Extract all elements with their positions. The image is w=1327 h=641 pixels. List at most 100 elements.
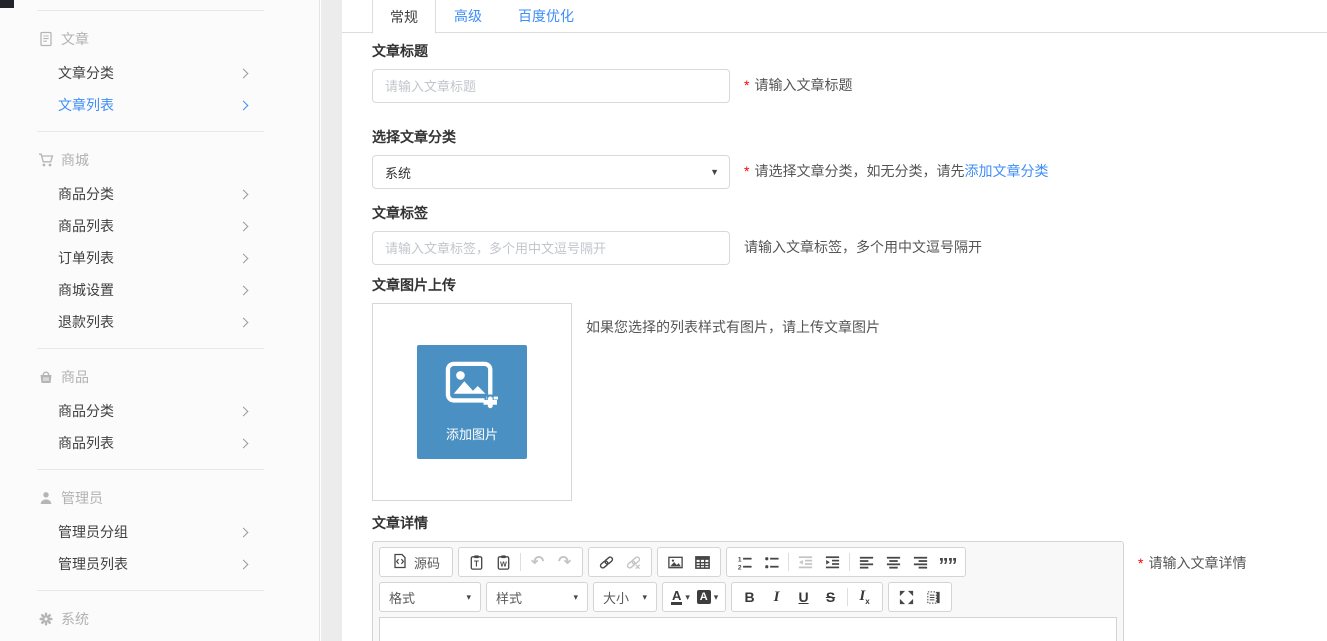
tab-general[interactable]: 常规: [372, 0, 436, 34]
chevron-right-icon: [239, 189, 249, 199]
sidebar-item-mall-settings[interactable]: 商城设置: [0, 274, 319, 306]
basket-icon: [37, 369, 54, 386]
align-center-icon[interactable]: [880, 550, 907, 574]
background-color-icon[interactable]: A▾: [694, 585, 721, 609]
undo-icon[interactable]: ↶: [524, 550, 551, 574]
source-icon: [392, 553, 408, 572]
sidebar-item-basic-info[interactable]: 基本信息: [0, 637, 319, 641]
maximize-icon[interactable]: [893, 585, 920, 609]
svg-text:T: T: [474, 559, 479, 568]
sidebar-item-product-category[interactable]: 商品分类: [0, 178, 319, 210]
tab-advanced[interactable]: 高级: [436, 0, 500, 33]
image-label: 文章图片上传: [372, 275, 572, 295]
sidebar-item-label: 商品分类: [58, 184, 114, 204]
sidebar-divider: [37, 590, 264, 591]
sidebar-section-admin: 管理员: [0, 480, 319, 516]
add-image-label: 添加图片: [446, 424, 498, 443]
sidebar-item-refund-list[interactable]: 退款列表: [0, 306, 319, 338]
sidebar-item-label: 文章列表: [58, 95, 114, 115]
editor-content-area[interactable]: [379, 617, 1117, 641]
main-panel: 常规 高级 百度优化 文章标题 * 请输入文章标题 选择文章分类: [342, 0, 1327, 641]
format-dropdown[interactable]: 格式 ▾: [379, 582, 481, 612]
sidebar-item-article-list[interactable]: 文章列表: [0, 89, 319, 121]
title-label: 文章标题: [372, 41, 730, 61]
numbered-list-icon[interactable]: 12: [731, 550, 758, 574]
sidebar-item-goods-list[interactable]: 商品列表: [0, 427, 319, 459]
sidebar-section-label: 系统: [61, 609, 89, 629]
sidebar-item-label: 商品分类: [58, 401, 114, 421]
add-image-button[interactable]: 添加图片: [417, 345, 527, 459]
tags-input[interactable]: [372, 231, 730, 265]
required-asterisk: *: [744, 163, 749, 179]
sidebar-item-admin-list[interactable]: 管理员列表: [0, 548, 319, 580]
sidebar-item-order-list[interactable]: 订单列表: [0, 242, 319, 274]
title-hint: * 请输入文章标题: [744, 75, 852, 95]
blockquote-icon[interactable]: ””: [934, 550, 961, 574]
editor-toolbar-row-2: 格式 ▾ 样式 ▾ 大小 ▾: [379, 582, 1117, 612]
bold-icon[interactable]: B: [736, 585, 763, 609]
chevron-right-icon: [239, 100, 249, 110]
bulleted-list-icon[interactable]: [758, 550, 785, 574]
sidebar-divider: [37, 131, 264, 132]
underline-icon[interactable]: U: [790, 585, 817, 609]
tab-bar: 常规 高级 百度优化: [342, 0, 1327, 33]
sidebar-item-label: 文章分类: [58, 63, 114, 83]
tags-hint: 请输入文章标签，多个用中文逗号隔开: [744, 237, 982, 257]
source-label: 源码: [414, 553, 440, 572]
insert-image-icon[interactable]: [662, 550, 689, 574]
styles-dropdown[interactable]: 样式 ▾: [486, 582, 588, 612]
category-selected-value: 系统: [385, 163, 411, 182]
sidebar-divider: [37, 10, 264, 11]
title-input[interactable]: [372, 69, 730, 103]
svg-text:2: 2: [738, 564, 742, 570]
cart-icon: [37, 152, 54, 169]
paste-word-icon[interactable]: W: [490, 550, 517, 574]
caret-down-icon: ▾: [642, 592, 647, 603]
window-corner-fragment: [0, 0, 14, 8]
paste-text-icon[interactable]: T: [463, 550, 490, 574]
align-right-icon[interactable]: [907, 550, 934, 574]
sidebar-item-goods-category[interactable]: 商品分类: [0, 395, 319, 427]
indent-icon[interactable]: [819, 550, 846, 574]
category-select[interactable]: 系统 ▼: [372, 155, 730, 189]
sidebar-section-article: 文章: [0, 21, 319, 57]
sidebar-item-article-category[interactable]: 文章分类: [0, 57, 319, 89]
source-button[interactable]: 源码: [384, 550, 448, 574]
redo-icon[interactable]: ↷: [551, 550, 578, 574]
add-category-link[interactable]: 添加文章分类: [964, 161, 1048, 181]
sidebar: 文章 文章分类 文章列表 商城 商品分类 商品列表 订单列表 商城设置 退: [0, 0, 320, 641]
styles-dropdown-label: 样式: [496, 588, 522, 607]
gear-icon: [37, 611, 54, 628]
category-label: 选择文章分类: [372, 127, 730, 147]
chevron-right-icon: [239, 527, 249, 537]
chevron-right-icon: [239, 253, 249, 263]
layout-gutter: [321, 0, 342, 641]
sidebar-section-system: 系统: [0, 601, 319, 637]
outdent-icon[interactable]: [792, 550, 819, 574]
sidebar-item-label: 退款列表: [58, 312, 114, 332]
insert-table-icon[interactable]: [689, 550, 716, 574]
size-dropdown[interactable]: 大小 ▾: [593, 582, 657, 612]
strikethrough-icon[interactable]: S: [817, 585, 844, 609]
italic-icon[interactable]: I: [763, 585, 790, 609]
svg-text:1: 1: [738, 556, 742, 563]
text-color-icon[interactable]: A▾: [667, 585, 694, 609]
image-hint: 如果您选择的列表样式有图片，请上传文章图片: [586, 275, 880, 337]
link-icon[interactable]: [593, 550, 620, 574]
chevron-right-icon: [239, 317, 249, 327]
tags-label: 文章标签: [372, 203, 730, 223]
sidebar-item-admin-groups[interactable]: 管理员分组: [0, 516, 319, 548]
show-blocks-icon[interactable]: [920, 585, 947, 609]
sidebar-item-label: 商城设置: [58, 280, 114, 300]
sidebar-item-product-list[interactable]: 商品列表: [0, 210, 319, 242]
sidebar-section-label: 商品: [61, 367, 89, 387]
align-left-icon[interactable]: [853, 550, 880, 574]
chevron-right-icon: [239, 221, 249, 231]
hint-text: 请选择文章分类，如无分类，请先: [754, 161, 964, 181]
unlink-icon[interactable]: [620, 550, 647, 574]
chevron-right-icon: [239, 559, 249, 569]
tab-baidu-seo[interactable]: 百度优化: [500, 0, 592, 33]
remove-format-icon[interactable]: Ix: [851, 585, 878, 609]
form-row-image: 文章图片上传 添加图片 如果您选择的列表样式有图片，请上传文章图片: [372, 275, 1327, 501]
svg-text:W: W: [500, 560, 507, 568]
